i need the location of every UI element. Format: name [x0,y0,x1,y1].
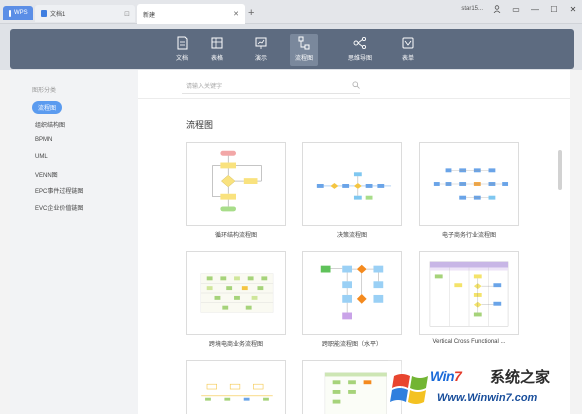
mindmap-icon [353,36,367,50]
sidebar-item-bpmn[interactable]: BPMN [35,137,52,143]
tool-mindmap[interactable]: 思维导图 [346,34,374,66]
user-name[interactable]: star15... [461,6,483,12]
tool-presentation-label: 演示 [254,56,267,62]
template-label-ecommerce[interactable]: 电子商务行业流程图 [414,230,524,239]
sidebar-item-venn[interactable]: VENN图 [35,170,58,179]
close-tab-icon[interactable]: ✕ [233,10,239,18]
template-card-loop[interactable] [186,142,286,226]
watermark-cn: 系统之家 [490,369,551,386]
divider [138,98,570,99]
sidebar-item-uml[interactable]: UML [35,154,48,160]
template-label-cross-border[interactable]: 跨境电商业务流程图 [181,339,291,348]
watermark-brand-a: Win [430,368,455,384]
sidebar-item-org-chart[interactable]: 组织结构图 [35,120,65,129]
tool-document-label: 文档 [175,56,188,62]
tab-new[interactable]: 新建 ✕ [137,4,245,24]
ecommerce-flowchart-thumbnail [433,168,509,200]
swimlane-flowchart-thumbnail [320,264,384,320]
category-sidebar: 图形分类 流程图 组织结构图 BPMN UML VENN图 EPC事件过程链图 … [10,70,138,414]
template-thumbnail-partial-2 [324,372,387,414]
tab-wps-label: WPS [14,10,28,16]
decision-flowchart-thumbnail [316,172,392,200]
window-controls: star15... ▭ — ☐ ✕ [461,4,578,14]
sidebar-item-epc[interactable]: EPC事件过程链图 [35,186,83,195]
sidebar-item-evc[interactable]: EVC企业价值链图 [35,203,83,212]
add-tab-button[interactable]: + [248,7,254,19]
tool-mindmap-label: 思维导图 [347,56,372,62]
tool-flowchart[interactable]: 流程图 [290,34,318,66]
template-card-vertical-cross[interactable] [419,251,519,335]
template-card-ecommerce[interactable] [419,142,519,226]
template-card-partial-2[interactable] [302,360,402,414]
template-label-decision[interactable]: 决策流程图 [297,230,407,239]
template-card-cross-border[interactable] [186,251,286,335]
tool-table[interactable]: 表格 [203,34,231,66]
sidebar-item-flowchart[interactable]: 流程图 [32,101,63,114]
app-toolbar: 文档 表格 演示 流程图 思维导图 表单 [10,29,574,69]
document-icon [177,36,188,50]
flowchart-icon [298,36,310,50]
tab-wps[interactable]: WPS [3,6,33,20]
vertical-cross-functional-thumbnail [429,261,509,327]
watermark-brand: Win7 [430,368,462,384]
form-icon [402,37,414,49]
template-label-swimlane[interactable]: 跨职能流程图（水平） [297,339,407,348]
restore-icon[interactable]: ▭ [511,4,521,14]
tool-form-label: 表单 [401,56,414,62]
search-input[interactable]: 请输入关键字 [182,78,360,94]
tab-document[interactable]: 文档1 ⊡ [35,5,135,22]
cross-border-flowchart-thumbnail [200,273,274,313]
watermark-windows-logo-icon [388,356,582,414]
user-icon[interactable] [492,4,502,14]
template-label-vertical-cross[interactable]: Vertical Cross Functional ... [414,339,524,345]
tab-document-label: 文档1 [50,12,66,18]
table-icon [211,37,223,49]
tool-presentation[interactable]: 演示 [247,34,275,66]
loop-flowchart-thumbnail [212,150,262,212]
sidebar-title: 图形分类 [32,88,57,94]
tab-new-label: 新建 [143,12,156,19]
title-bar: WPS 文档1 ⊡ 新建 ✕ + star15... ▭ — ☐ ✕ [0,0,582,24]
template-card-swimlane[interactable] [302,251,402,335]
tool-form[interactable]: 表单 [394,34,422,66]
maximize-icon[interactable]: ☐ [549,4,559,14]
close-window-icon[interactable]: ✕ [568,4,578,14]
close-icon[interactable]: ⊡ [124,10,130,18]
template-thumbnail-partial-1 [201,383,273,401]
document-icon [41,10,47,17]
section-title: 流程图 [186,120,214,130]
minimize-icon[interactable]: — [530,4,540,14]
watermark-brand-b: 7 [454,368,462,384]
search-icon[interactable] [352,81,360,89]
tool-document[interactable]: 文档 [168,34,196,66]
tool-flowchart-label: 流程图 [294,56,313,62]
template-card-decision[interactable] [302,142,402,226]
toolbar-area: 文档 表格 演示 流程图 思维导图 表单 [0,24,582,70]
wps-logo-icon [9,9,11,17]
template-card-partial-1[interactable] [186,360,286,414]
search-placeholder: 请输入关键字 [186,84,223,90]
watermark-url: Www.Winwin7.com [437,392,538,404]
scrollbar[interactable] [558,150,562,190]
tool-table-label: 表格 [210,56,223,62]
presentation-icon [255,37,267,49]
template-label-loop[interactable]: 循环结构流程图 [181,230,291,239]
